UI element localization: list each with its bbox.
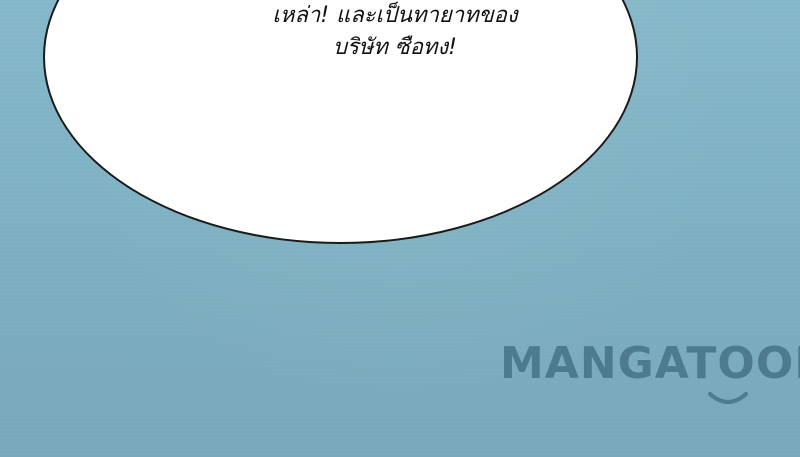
speech-line-2: บริษัท ซือทง!	[333, 35, 457, 60]
speech-bubble-text: เหล่า! และเป็นทายาทของ บริษัท ซือทง!	[0, 0, 795, 64]
comic-panel: เหล่า! และเป็นทายาทของ บริษัท ซือทง! MAN…	[0, 0, 800, 457]
speech-line-1: เหล่า! และเป็นทายาทของ	[272, 3, 518, 28]
watermark-text: MANGATOON	[500, 338, 800, 389]
smile-icon	[708, 392, 748, 404]
watermark-logo: MANGATOON	[500, 336, 800, 416]
